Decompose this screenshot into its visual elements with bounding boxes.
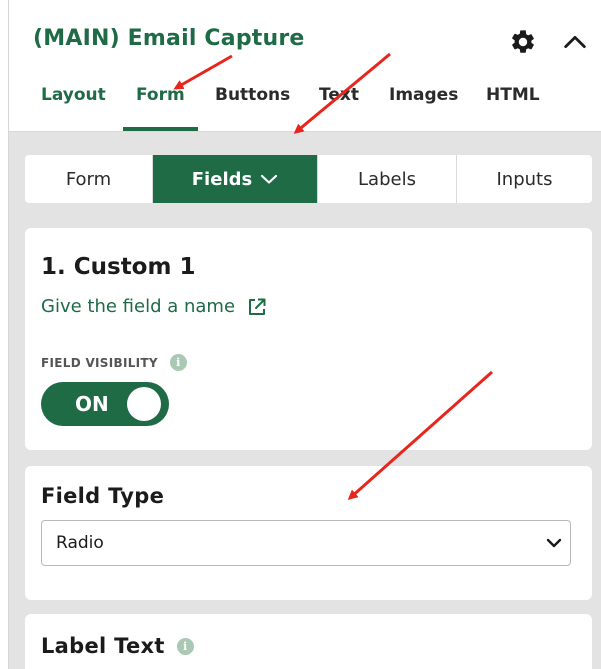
label-text-card: Label Text i — [25, 614, 592, 669]
field-title: 1. Custom 1 — [41, 254, 196, 280]
subtab-form-label: Form — [65, 168, 112, 190]
tab-buttons[interactable]: Buttons — [215, 82, 290, 132]
external-link-icon — [249, 298, 266, 315]
editor-tabs: Layout Form Buttons Text Images HTML — [9, 82, 601, 132]
email-capture-editor-panel: (MAIN) Email Capture Layout Form Buttons… — [8, 0, 601, 669]
subtab-inputs[interactable]: Inputs — [457, 155, 592, 203]
subtab-labels-label: Labels — [358, 168, 416, 190]
tab-form[interactable]: Form — [136, 82, 185, 132]
panel-header: (MAIN) Email Capture Layout Form Buttons… — [9, 0, 601, 132]
field-name-link[interactable]: Give the field a name — [41, 296, 267, 317]
field-visibility-text: FIELD VISIBILITY — [41, 355, 158, 370]
panel-title: (MAIN) Email Capture — [33, 26, 305, 51]
chevron-up-icon[interactable] — [561, 28, 589, 56]
info-icon[interactable]: i — [176, 637, 194, 655]
label-text-title: Label Text i — [41, 634, 194, 658]
label-text-heading: Label Text — [41, 634, 165, 658]
field-type-title: Field Type — [41, 484, 165, 508]
tab-html[interactable]: HTML — [486, 82, 540, 132]
field-type-selected-value: Radio — [56, 533, 104, 553]
subtab-labels[interactable]: Labels — [318, 155, 457, 203]
info-icon[interactable]: i — [169, 354, 187, 371]
subtab-form[interactable]: Form — [25, 155, 153, 203]
tab-images[interactable]: Images — [389, 82, 458, 132]
tab-text[interactable]: Text — [319, 82, 359, 132]
toggle-label: ON — [75, 392, 109, 416]
field-card: 1. Custom 1 Give the field a name FIELD … — [25, 228, 592, 450]
toggle-knob — [127, 387, 161, 421]
tab-layout[interactable]: Layout — [41, 82, 106, 132]
field-visibility-toggle[interactable]: ON — [41, 382, 169, 426]
field-name-link-text: Give the field a name — [41, 296, 236, 317]
subtab-inputs-label: Inputs — [496, 168, 553, 190]
field-visibility-label: FIELD VISIBILITY i — [41, 354, 187, 371]
gear-icon[interactable] — [509, 28, 537, 56]
subtab-fields[interactable]: Fields — [153, 155, 318, 203]
chevron-down-icon — [546, 538, 562, 548]
active-tab-indicator — [123, 127, 198, 131]
field-type-select[interactable]: Radio — [41, 520, 571, 566]
field-type-card: Field Type Radio — [25, 466, 592, 600]
chevron-down-icon — [261, 174, 278, 184]
subtab-fields-label: Fields — [191, 168, 253, 190]
form-subtabs: Form Fields Labels Inputs — [25, 155, 592, 203]
